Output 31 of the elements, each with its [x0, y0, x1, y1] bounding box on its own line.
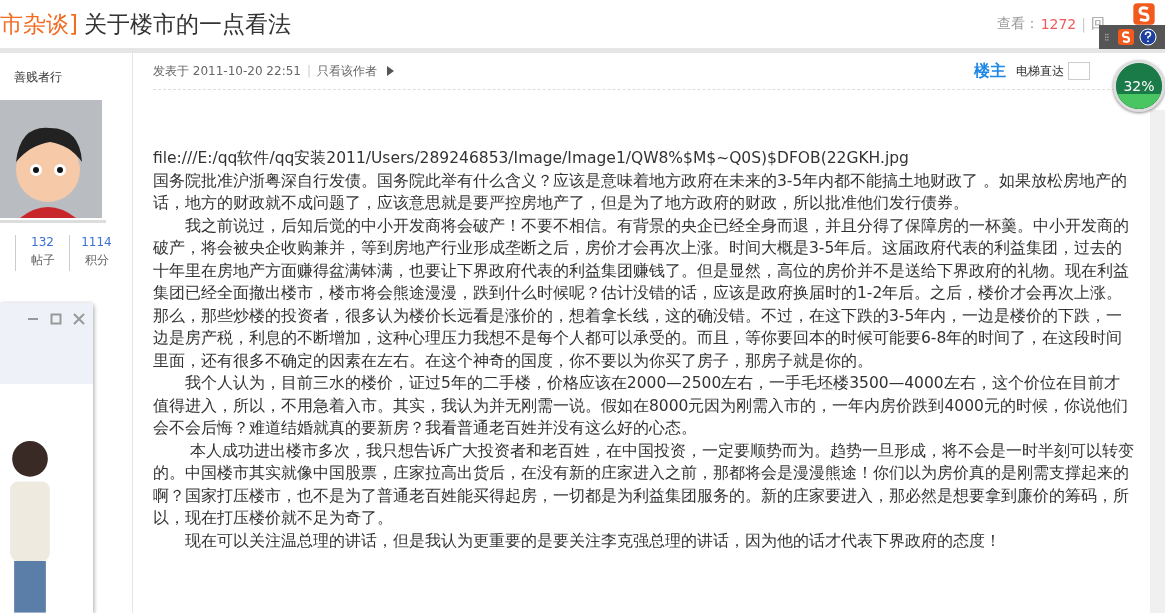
post-date: 发表于 2011-10-20 22:51 [153, 62, 301, 80]
thread-title: 关于楼市的一点看法 [84, 9, 292, 39]
views-label: 查看： [996, 15, 1039, 33]
post-paragraph: file:///E:/qq软件/qq安装2011/Users/289246853/Image/Image1/QW8%$M$~Q0S)$DFOB(22GKH.jpg [153, 148, 910, 169]
author-name[interactable]: 善贱者行 [14, 69, 132, 86]
scrollbar-track[interactable] [1150, 110, 1165, 613]
post-paragraph: 本人成功进出楼市多次，我只想告诉广大投资者和老百姓，在中国投资，一定要顺势而为。趋势一旦形成，将不会是一时半刻可以转变的。中国楼市其实就像中国股票，庄家拉高出货后，在没有新的庄家进入之前，那都将会是漫漫熊途！你们以为房价真的是刚需支撑起来的啊？国家打压楼市，也不是为了普通老百姓能买得起房，一切都是为利益集团服务的。新的庄家要进入，那必然是想要拿到廉价的筹码，所以，现在打压楼价就不足为奇了。 [153, 440, 1135, 529]
progress-reading: 32% [1122, 77, 1156, 96]
logo-icon[interactable] [1131, 2, 1157, 26]
only-author-link[interactable]: 只看该作者 [317, 62, 377, 80]
separator: | [1081, 16, 1086, 32]
post-paragraph: 现在可以关注温总理的讲话，但是我认为更重要的是要关注李克强总理的讲话，因为他的话才代表下界政府的态度！ [184, 530, 1002, 552]
close-icon[interactable] [73, 313, 85, 325]
stat-value[interactable]: 1114 [81, 235, 112, 249]
stat-value[interactable]: 132 [31, 235, 54, 249]
post-paragraph: 我之前说过，后知后觉的中小开发商将会破产！不要不相信。有背景的央企已经全身而退，并且分得了保障房的一杯羹。中小开发商的破产，将会被央企收购兼并，等到房地产行业形成垄断之后，房价才会再次上涨。时间大概是3-5年后。这届政府代表的利益集团，过去的十年里在房地产方面赚得盆满钵满，也要让下界政府代表的利益集团赚钱了。但是显然，高位的房价并不是送给下界政府的礼物。现在利益集团已经全面撤出楼市，楼市将会熊途漫漫，跌到什么时候呢？估计没错的话，应该是政府换届时的1-2年后。之后，楼价才会再次上涨。那么，那些炒楼的投资者，很多认为楼价长远看是涨价的，想着拿长线，这的确没错。不过，在这下跌的3-5年内，一边是楼价的下跌，一边是房产税，利息的不断增加，这种心理压力我想不是每个人都可以承受的。而且，等你要回本的时候可能要6-8年的时间了，在这段时间里面，还有很多不确定的因素在左右。在这个神奇的国度，你不要以为你买了房子，那房子就是你的。 [153, 215, 1130, 372]
category-tag[interactable]: 市杂谈] [0, 8, 78, 40]
maximize-icon[interactable] [50, 313, 62, 325]
stat-label: 帖子 [30, 252, 55, 269]
separator: | [306, 64, 311, 78]
jump-label: 电梯直达 [1016, 62, 1064, 80]
stat-label: 积分 [84, 252, 109, 269]
post-paragraph: 国务院批准沪浙粤深自行发债。国务院此举有什么含义？应该是意味着地方政府在未来的3-5年内都不能搞土地财政了 。如果放松房地产的话，地方的财政就不成问题了，应该意思就是要严控房地产了，但是为了地方政府的财政，所以批准他们发行债券。 [153, 170, 1129, 214]
logo-icon[interactable] [1117, 28, 1135, 46]
views-count: 1272 [1040, 16, 1077, 32]
triangle-icon[interactable] [387, 66, 394, 76]
help-icon[interactable] [1139, 28, 1157, 46]
floor-label: 楼主 [974, 60, 1006, 82]
progress-ball[interactable]: 32% [1113, 60, 1165, 112]
jump-input[interactable] [1068, 62, 1090, 80]
post-paragraph: 我个人认为，目前三水的楼价，证过5年的二手楼，价格应该在2000—2500左右，一手毛坯楼3500—4000左右，这个价位在目前才值得进入，所以，不用急着入市。其实，我认为并无刚需一说。假如在8000元因为刚需入市的，一年内房价跌到4000元的时候，你说他们会不会后悔？难道结婚就真的要新房？我看普通老百姓并没有这么好的心态。 [153, 373, 1129, 439]
